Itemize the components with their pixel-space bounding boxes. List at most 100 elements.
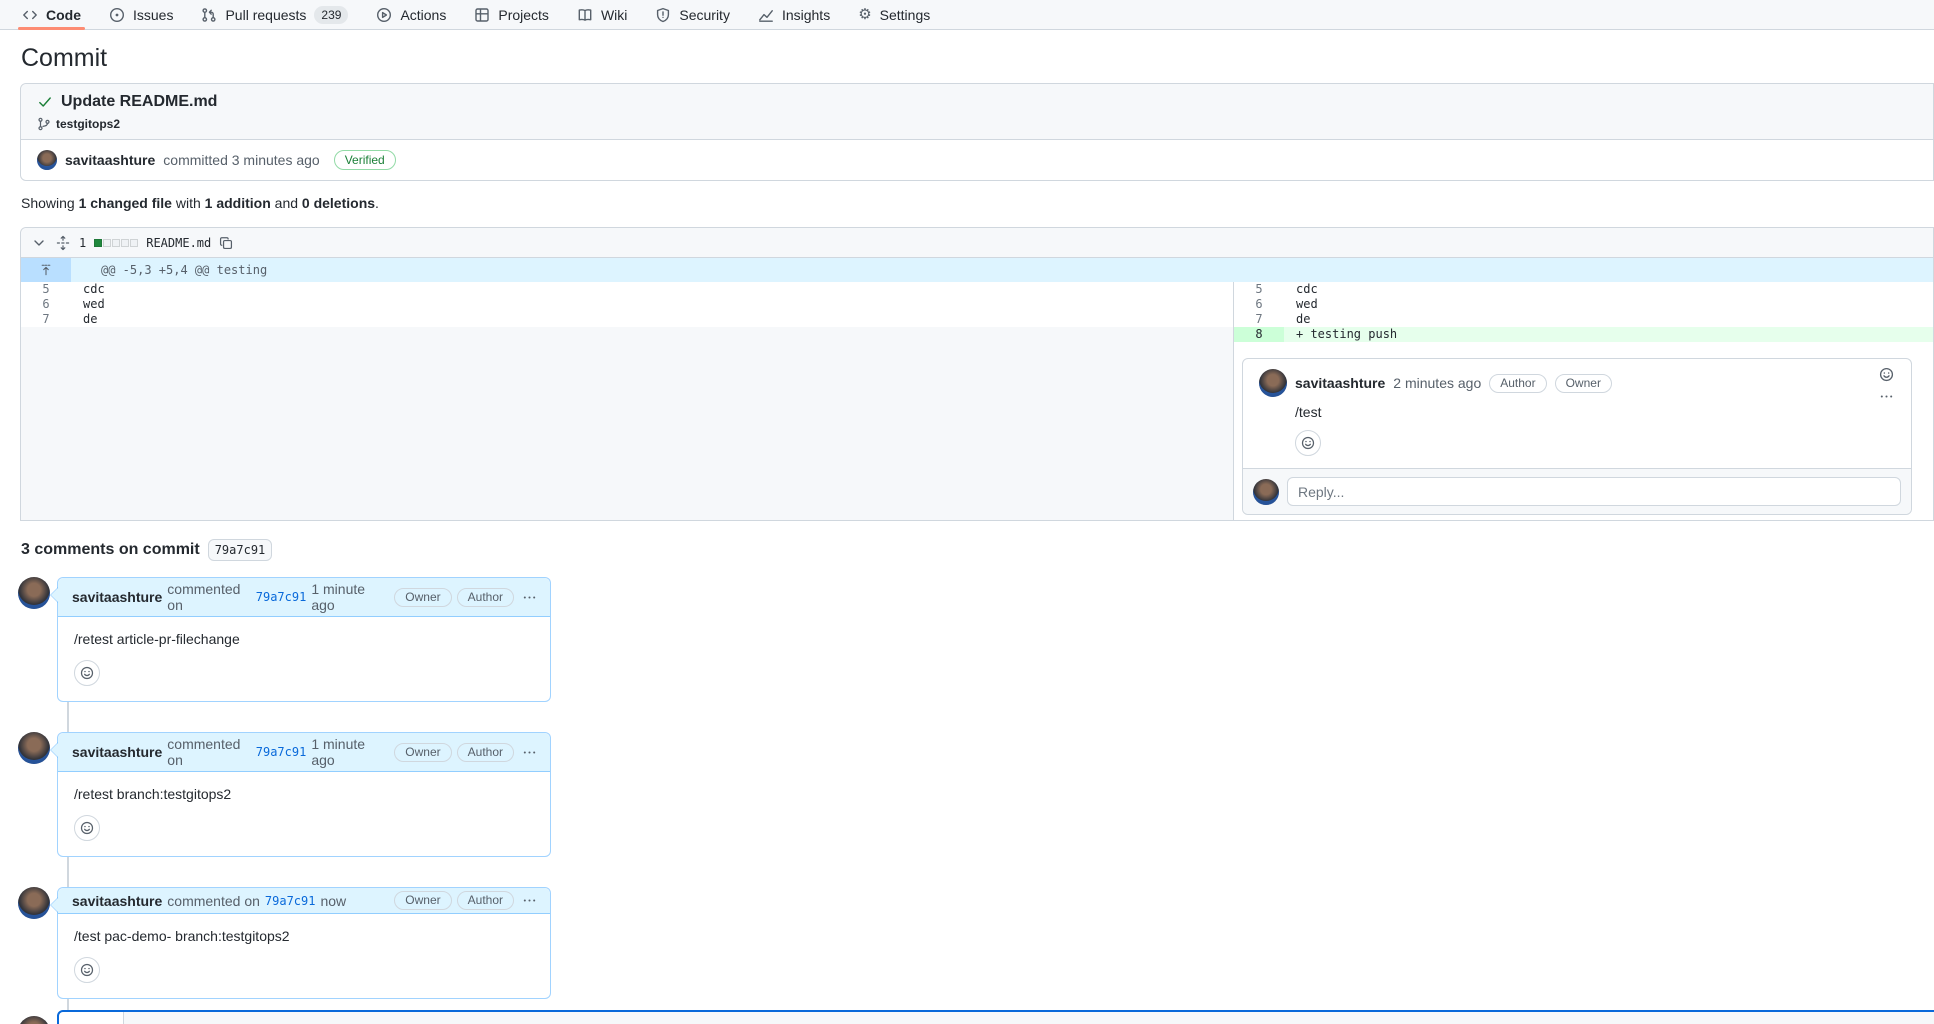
line-number: 5 <box>21 282 71 297</box>
line-content: de <box>1284 312 1310 327</box>
copy-path-button[interactable] <box>219 236 233 250</box>
new-comment-composer: Write Preview <box>18 1010 1934 1024</box>
nav-label-projects: Projects <box>498 8 549 22</box>
commit-author[interactable]: savitaashture <box>65 152 155 168</box>
diff-line-added: 8 + testing push <box>1234 327 1933 342</box>
comment-author[interactable]: savitaashture <box>72 589 162 605</box>
commit-branch[interactable]: testgitops2 <box>56 117 120 131</box>
nav-tab-wiki[interactable]: Wiki <box>567 0 637 29</box>
comment-options-button[interactable] <box>1876 389 1897 404</box>
line-content: cdc <box>71 282 105 297</box>
comment-options-button[interactable] <box>519 745 540 760</box>
inline-reply-row <box>1243 468 1911 514</box>
code-icon <box>22 7 38 23</box>
inline-comment-author[interactable]: savitaashture <box>1295 375 1385 391</box>
reaction-button[interactable] <box>1295 430 1321 456</box>
comment-body: /retest article-pr-filechange <box>58 617 550 647</box>
nav-tab-projects[interactable]: Projects <box>464 0 559 29</box>
reply-input[interactable] <box>1287 477 1901 506</box>
hunk-header-text: @@ -5,3 +5,4 @@ testing <box>71 258 267 282</box>
line-number: 8 <box>1234 327 1284 342</box>
inline-comment-time: 2 minutes ago <box>1393 375 1481 391</box>
expand-hunk-button[interactable] <box>21 258 71 282</box>
comment-options-button[interactable] <box>519 590 540 605</box>
inline-comment-thread: savitaashture 2 minutes ago Author Owner <box>1242 358 1912 515</box>
nav-label-actions: Actions <box>400 8 446 22</box>
line-number: 7 <box>21 312 71 327</box>
line-content: testing push <box>1310 327 1397 341</box>
check-icon <box>37 94 53 110</box>
nav-tab-insights[interactable]: Insights <box>748 0 840 29</box>
tab-write[interactable]: Write <box>59 1012 124 1024</box>
projects-icon <box>474 7 490 23</box>
commit-comment: savitaashture commented on 79a7c91 now O… <box>18 887 1934 999</box>
comments-heading: 3 comments on commit <box>21 541 200 559</box>
comment-body: /test pac-demo- branch:testgitops2 <box>58 914 550 944</box>
arrows-up-down-icon <box>55 235 71 251</box>
comment-time: now <box>320 893 346 909</box>
tab-preview[interactable]: Preview <box>124 1012 206 1024</box>
commit-comment: savitaashture commented on 79a7c91 1 min… <box>18 732 1934 857</box>
smiley-icon <box>80 666 94 680</box>
diff-line: 7 de <box>21 312 1233 327</box>
pull-request-icon <box>201 7 217 23</box>
commit-sha-chip[interactable]: 79a7c91 <box>208 539 273 561</box>
reaction-button[interactable] <box>74 957 100 983</box>
line-number: 6 <box>1234 297 1284 312</box>
issue-icon <box>109 7 125 23</box>
comment-author[interactable]: savitaashture <box>72 744 162 760</box>
verified-badge[interactable]: Verified <box>334 150 396 170</box>
chevron-down-icon <box>31 235 47 251</box>
commit-sha-link[interactable]: 79a7c91 <box>256 590 307 604</box>
owner-badge: Owner <box>394 743 451 762</box>
comment-header: savitaashture commented on 79a7c91 1 min… <box>58 733 550 772</box>
line-content: de <box>71 312 97 327</box>
nav-tab-actions[interactable]: Actions <box>366 0 456 29</box>
nav-tab-code[interactable]: Code <box>12 0 91 29</box>
collapse-file-button[interactable] <box>31 235 47 251</box>
diff-panel-new: 5 cdc 6 wed 7 de 8 + testing push s <box>1234 282 1933 520</box>
smiley-icon <box>1301 436 1315 450</box>
commit-sha-link[interactable]: 79a7c91 <box>256 745 307 759</box>
expand-all-button[interactable] <box>55 235 71 251</box>
addition-sign: + <box>1296 327 1310 341</box>
diff-line: 6 wed <box>1234 297 1933 312</box>
avatar[interactable] <box>18 577 50 609</box>
comment-options-button[interactable] <box>519 893 540 908</box>
author-badge: Author <box>457 743 514 762</box>
comment-time: 1 minute ago <box>311 736 384 768</box>
kebab-horizontal-icon <box>522 590 537 605</box>
diff-file-box: 1 README.md @@ -5,3 +5,4 @@ testing 5 cd… <box>20 227 1934 521</box>
avatar[interactable] <box>18 732 50 764</box>
diff-line: 5 cdc <box>1234 282 1933 297</box>
split-diff: 5 cdc 6 wed 7 de 5 cdc 6 wed <box>21 282 1933 520</box>
kebab-horizontal-icon <box>1879 389 1894 404</box>
nav-tab-settings[interactable]: ⚙ Settings <box>848 0 940 29</box>
author-badge: Author <box>1489 374 1546 393</box>
author-badge: Author <box>457 891 514 910</box>
avatar[interactable] <box>18 1016 50 1024</box>
line-content: wed <box>1284 297 1318 312</box>
avatar[interactable] <box>1259 369 1287 397</box>
avatar[interactable] <box>37 150 57 170</box>
deletions-count: 0 deletions <box>302 195 375 211</box>
nav-tab-security[interactable]: Security <box>645 0 740 29</box>
avatar[interactable] <box>1253 479 1279 505</box>
comment-author[interactable]: savitaashture <box>72 893 162 909</box>
nav-tab-pull-requests[interactable]: Pull requests 239 <box>191 0 358 29</box>
avatar[interactable] <box>18 887 50 919</box>
owner-badge: Owner <box>394 588 451 607</box>
nav-label-security: Security <box>679 8 730 22</box>
copy-icon <box>219 236 233 250</box>
smiley-icon <box>80 821 94 835</box>
commit-sha-link[interactable]: 79a7c91 <box>265 894 316 908</box>
reaction-button[interactable] <box>74 660 100 686</box>
diff-line: 5 cdc <box>21 282 1233 297</box>
line-number: 5 <box>1234 282 1284 297</box>
reaction-button[interactable] <box>74 815 100 841</box>
diff-filename[interactable]: README.md <box>146 236 211 250</box>
pull-requests-count-badge: 239 <box>314 6 348 24</box>
nav-tab-issues[interactable]: Issues <box>99 0 183 29</box>
add-reaction-button[interactable] <box>1879 367 1894 385</box>
line-number: 6 <box>21 297 71 312</box>
